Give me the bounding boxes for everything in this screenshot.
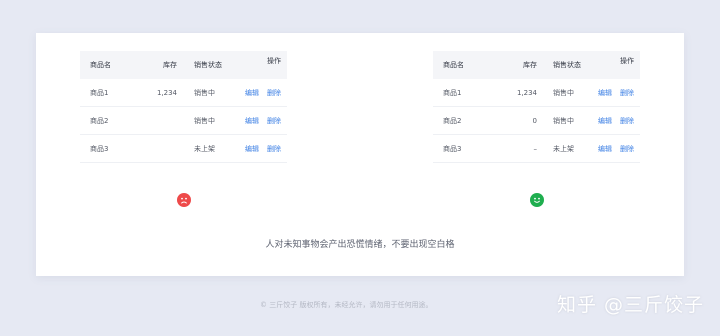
product-table-good: 商品名 库存 销售状态 操作 商品1 1,234 销售中 编辑 删除 商品2 0… (433, 51, 640, 163)
cell-status: 销售中 (553, 117, 574, 125)
cell-name: 商品2 (90, 117, 109, 125)
main-card: 商品名 库存 销售状态 操作 商品1 1,234 销售中 编辑 删除 商品2 销… (36, 33, 684, 276)
caption: 人对未知事物会产出恐慌情绪，不要出现空白格 (265, 240, 455, 250)
delete-link[interactable]: 删除 (620, 135, 634, 163)
header-stock: 库存 (163, 61, 177, 69)
sad-face-icon (177, 193, 191, 207)
header-name: 商品名 (90, 61, 111, 69)
edit-link[interactable]: 编辑 (598, 135, 612, 163)
cell-name: 商品3 (90, 145, 109, 153)
edit-link[interactable]: 编辑 (245, 107, 259, 135)
cell-name: 商品1 (90, 89, 109, 97)
cell-name: 商品2 (443, 117, 462, 125)
cell-stock: 1,234 (156, 89, 177, 97)
delete-link[interactable]: 删除 (267, 135, 281, 163)
cell-stock: – (533, 145, 538, 153)
header-status: 销售状态 (553, 61, 581, 69)
happy-face-icon (530, 193, 544, 207)
footer-copyright: © 三斤饺子 版权所有，未经允许，请勿用于任何用途。 (260, 301, 433, 309)
delete-link[interactable]: 删除 (620, 107, 634, 135)
edit-link[interactable]: 编辑 (598, 79, 612, 107)
header-op: 操作 (267, 57, 281, 65)
table-row: 商品1 1,234 销售中 编辑 删除 (433, 79, 640, 107)
cell-status: 销售中 (553, 89, 574, 97)
delete-link[interactable]: 删除 (267, 107, 281, 135)
header-stock: 库存 (523, 61, 537, 69)
edit-link[interactable]: 编辑 (245, 79, 259, 107)
delete-link[interactable]: 删除 (267, 79, 281, 107)
product-table-bad: 商品名 库存 销售状态 操作 商品1 1,234 销售中 编辑 删除 商品2 销… (80, 51, 287, 163)
table-row: 商品3 未上架 编辑 删除 (80, 135, 287, 163)
cell-status: 销售中 (194, 89, 215, 97)
table-row: 商品1 1,234 销售中 编辑 删除 (80, 79, 287, 107)
cell-name: 商品1 (443, 89, 462, 97)
cell-status: 销售中 (194, 117, 215, 125)
header-name: 商品名 (443, 61, 464, 69)
table-header: 商品名 库存 销售状态 操作 (433, 51, 640, 79)
cell-stock: 1,234 (516, 89, 537, 97)
watermark: 知乎 @三斤饺子 (556, 294, 704, 316)
table-header: 商品名 库存 销售状态 操作 (80, 51, 287, 79)
cell-status: 未上架 (194, 145, 215, 153)
edit-link[interactable]: 编辑 (598, 107, 612, 135)
table-row: 商品2 0 销售中 编辑 删除 (433, 107, 640, 135)
delete-link[interactable]: 删除 (620, 79, 634, 107)
table-row: 商品3 – 未上架 编辑 删除 (433, 135, 640, 163)
header-op: 操作 (620, 57, 634, 65)
table-row: 商品2 销售中 编辑 删除 (80, 107, 287, 135)
cell-name: 商品3 (443, 145, 462, 153)
cell-status: 未上架 (553, 145, 574, 153)
edit-link[interactable]: 编辑 (245, 135, 259, 163)
header-status: 销售状态 (194, 61, 222, 69)
cell-stock: 0 (532, 117, 537, 125)
